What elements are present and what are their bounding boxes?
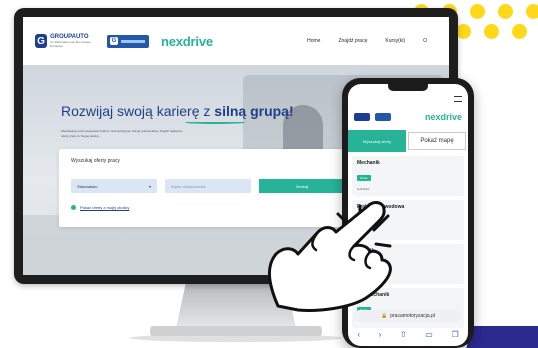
hamburger-menu-icon[interactable]: [454, 96, 462, 102]
phone-nexdrive-logo: nexdrive: [424, 112, 462, 122]
position-select-value: Stanowisko: [77, 183, 98, 189]
phone-partner-logo: [375, 113, 391, 121]
nexdrive-logo[interactable]: nexdrive: [161, 34, 213, 49]
back-icon[interactable]: ‹: [357, 330, 360, 339]
menu-item-about[interactable]: O: [423, 38, 427, 44]
phone-notch: [388, 84, 428, 91]
bookmarks-icon[interactable]: ▭: [425, 330, 433, 339]
share-icon[interactable]: ⇧: [400, 330, 407, 339]
menu-item-find-job[interactable]: Znajdź pracę: [338, 38, 367, 44]
promo-scene: G GROUPAUTO Un Partenaire Lieu Du Groupe…: [0, 0, 538, 348]
job-title: Mechanik: [357, 160, 380, 166]
location-input[interactable]: Wpisz miejscowość: [165, 179, 251, 193]
phone-header: nexdrive: [348, 106, 468, 128]
groupauto-logo[interactable]: G GROUPAUTO Un Partenaire Lieu Du Groupe…: [35, 34, 97, 48]
pointing-hand-icon: [268, 201, 392, 312]
phone-tabs: Wyszukaj oferty Pokaż mapę: [348, 130, 468, 152]
decorative-navy-shape: [464, 326, 538, 348]
monitor-base: [150, 326, 322, 336]
chevron-down-icon: ▾: [148, 183, 151, 189]
hero-description: Zbudowane przez ekspertów branży motoryz…: [61, 129, 183, 138]
position-select[interactable]: Stanowisko ▾: [71, 179, 157, 193]
partner-logo[interactable]: G: [107, 34, 149, 48]
site-header: G GROUPAUTO Un Partenaire Lieu Du Groupe…: [23, 17, 449, 65]
browser-url: pracamotoryzacja.pl: [390, 313, 435, 319]
lock-icon: 🔒: [381, 313, 388, 319]
menu-item-home[interactable]: Home: [307, 38, 320, 44]
phone-groupauto-logo: [354, 113, 370, 121]
location-pin-icon: [71, 205, 76, 210]
hero-title: Rozwijaj swoją karierę z silną grupą!: [61, 103, 294, 119]
forward-icon[interactable]: ›: [379, 330, 382, 339]
nearby-offers-link[interactable]: Pokaż oferty z mojej okolicy: [71, 205, 129, 210]
tab-show-map[interactable]: Pokaż mapę: [408, 132, 466, 150]
job-badge: Nowe: [357, 175, 371, 181]
menu-item-courses[interactable]: Kursy(ki): [385, 38, 405, 44]
partner-logo-initial: G: [110, 37, 118, 45]
groupauto-tagline: Un Partenaire Lieu Du Groupe Européen: [50, 40, 91, 48]
groupauto-g-icon: G: [35, 34, 48, 48]
tab-search-offers[interactable]: Wyszukaj oferty: [348, 130, 406, 152]
search-heading: Wyszukaj oferty pracy: [71, 158, 120, 164]
nearby-offers-label: Pokaż oferty z mojej okolicy: [80, 205, 130, 210]
tabs-icon[interactable]: ❐: [451, 330, 458, 339]
hero-underline: [185, 121, 245, 124]
main-menu: Home Znajdź pracę Kursy(ki) O: [307, 38, 427, 44]
browser-toolbar: ‹ › ⇧ ▭ ❐: [348, 326, 468, 342]
